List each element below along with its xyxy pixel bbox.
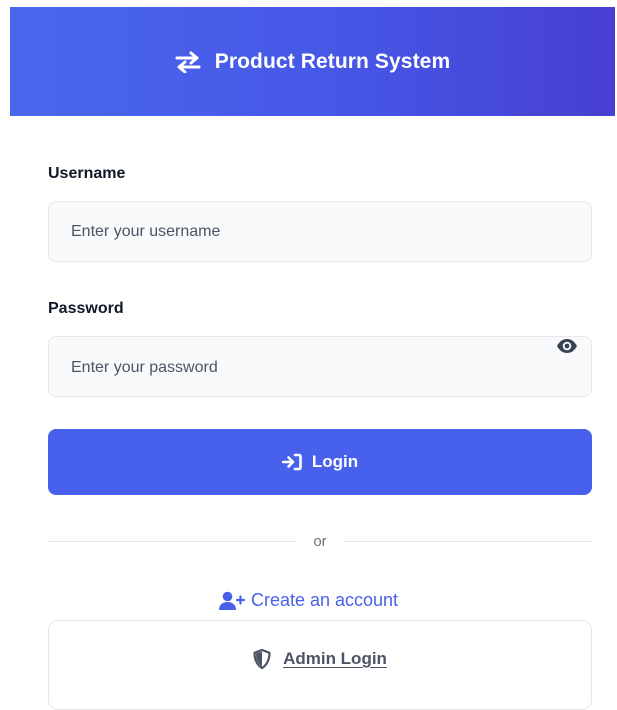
username-label: Username (48, 165, 126, 182)
divider-line-right (343, 540, 592, 542)
create-account-label: Create an account (250, 590, 399, 610)
shield-icon (253, 649, 271, 669)
or-divider: or (48, 531, 592, 551)
username-field-container (48, 201, 592, 262)
app-header: Product Return System (10, 7, 615, 116)
password-label: Password (48, 300, 124, 317)
login-button[interactable]: Login (48, 429, 592, 495)
create-account-link[interactable]: Create an account (0, 590, 617, 611)
divider-line-left (48, 540, 297, 542)
username-input[interactable] (49, 202, 591, 261)
admin-login-card: Admin Login (48, 620, 592, 710)
page-title: Product Return System (214, 49, 451, 73)
eye-icon[interactable] (556, 337, 578, 355)
password-field-container (48, 336, 592, 397)
login-button-label: Login (311, 452, 359, 471)
user-plus-icon (218, 591, 245, 611)
admin-login-label: Admin Login (283, 649, 387, 668)
admin-login-link[interactable]: Admin Login (49, 649, 591, 669)
divider-text: or (313, 532, 327, 550)
sign-in-icon (281, 453, 302, 471)
arrows-exchange-icon (175, 51, 201, 73)
password-input[interactable] (49, 337, 591, 396)
